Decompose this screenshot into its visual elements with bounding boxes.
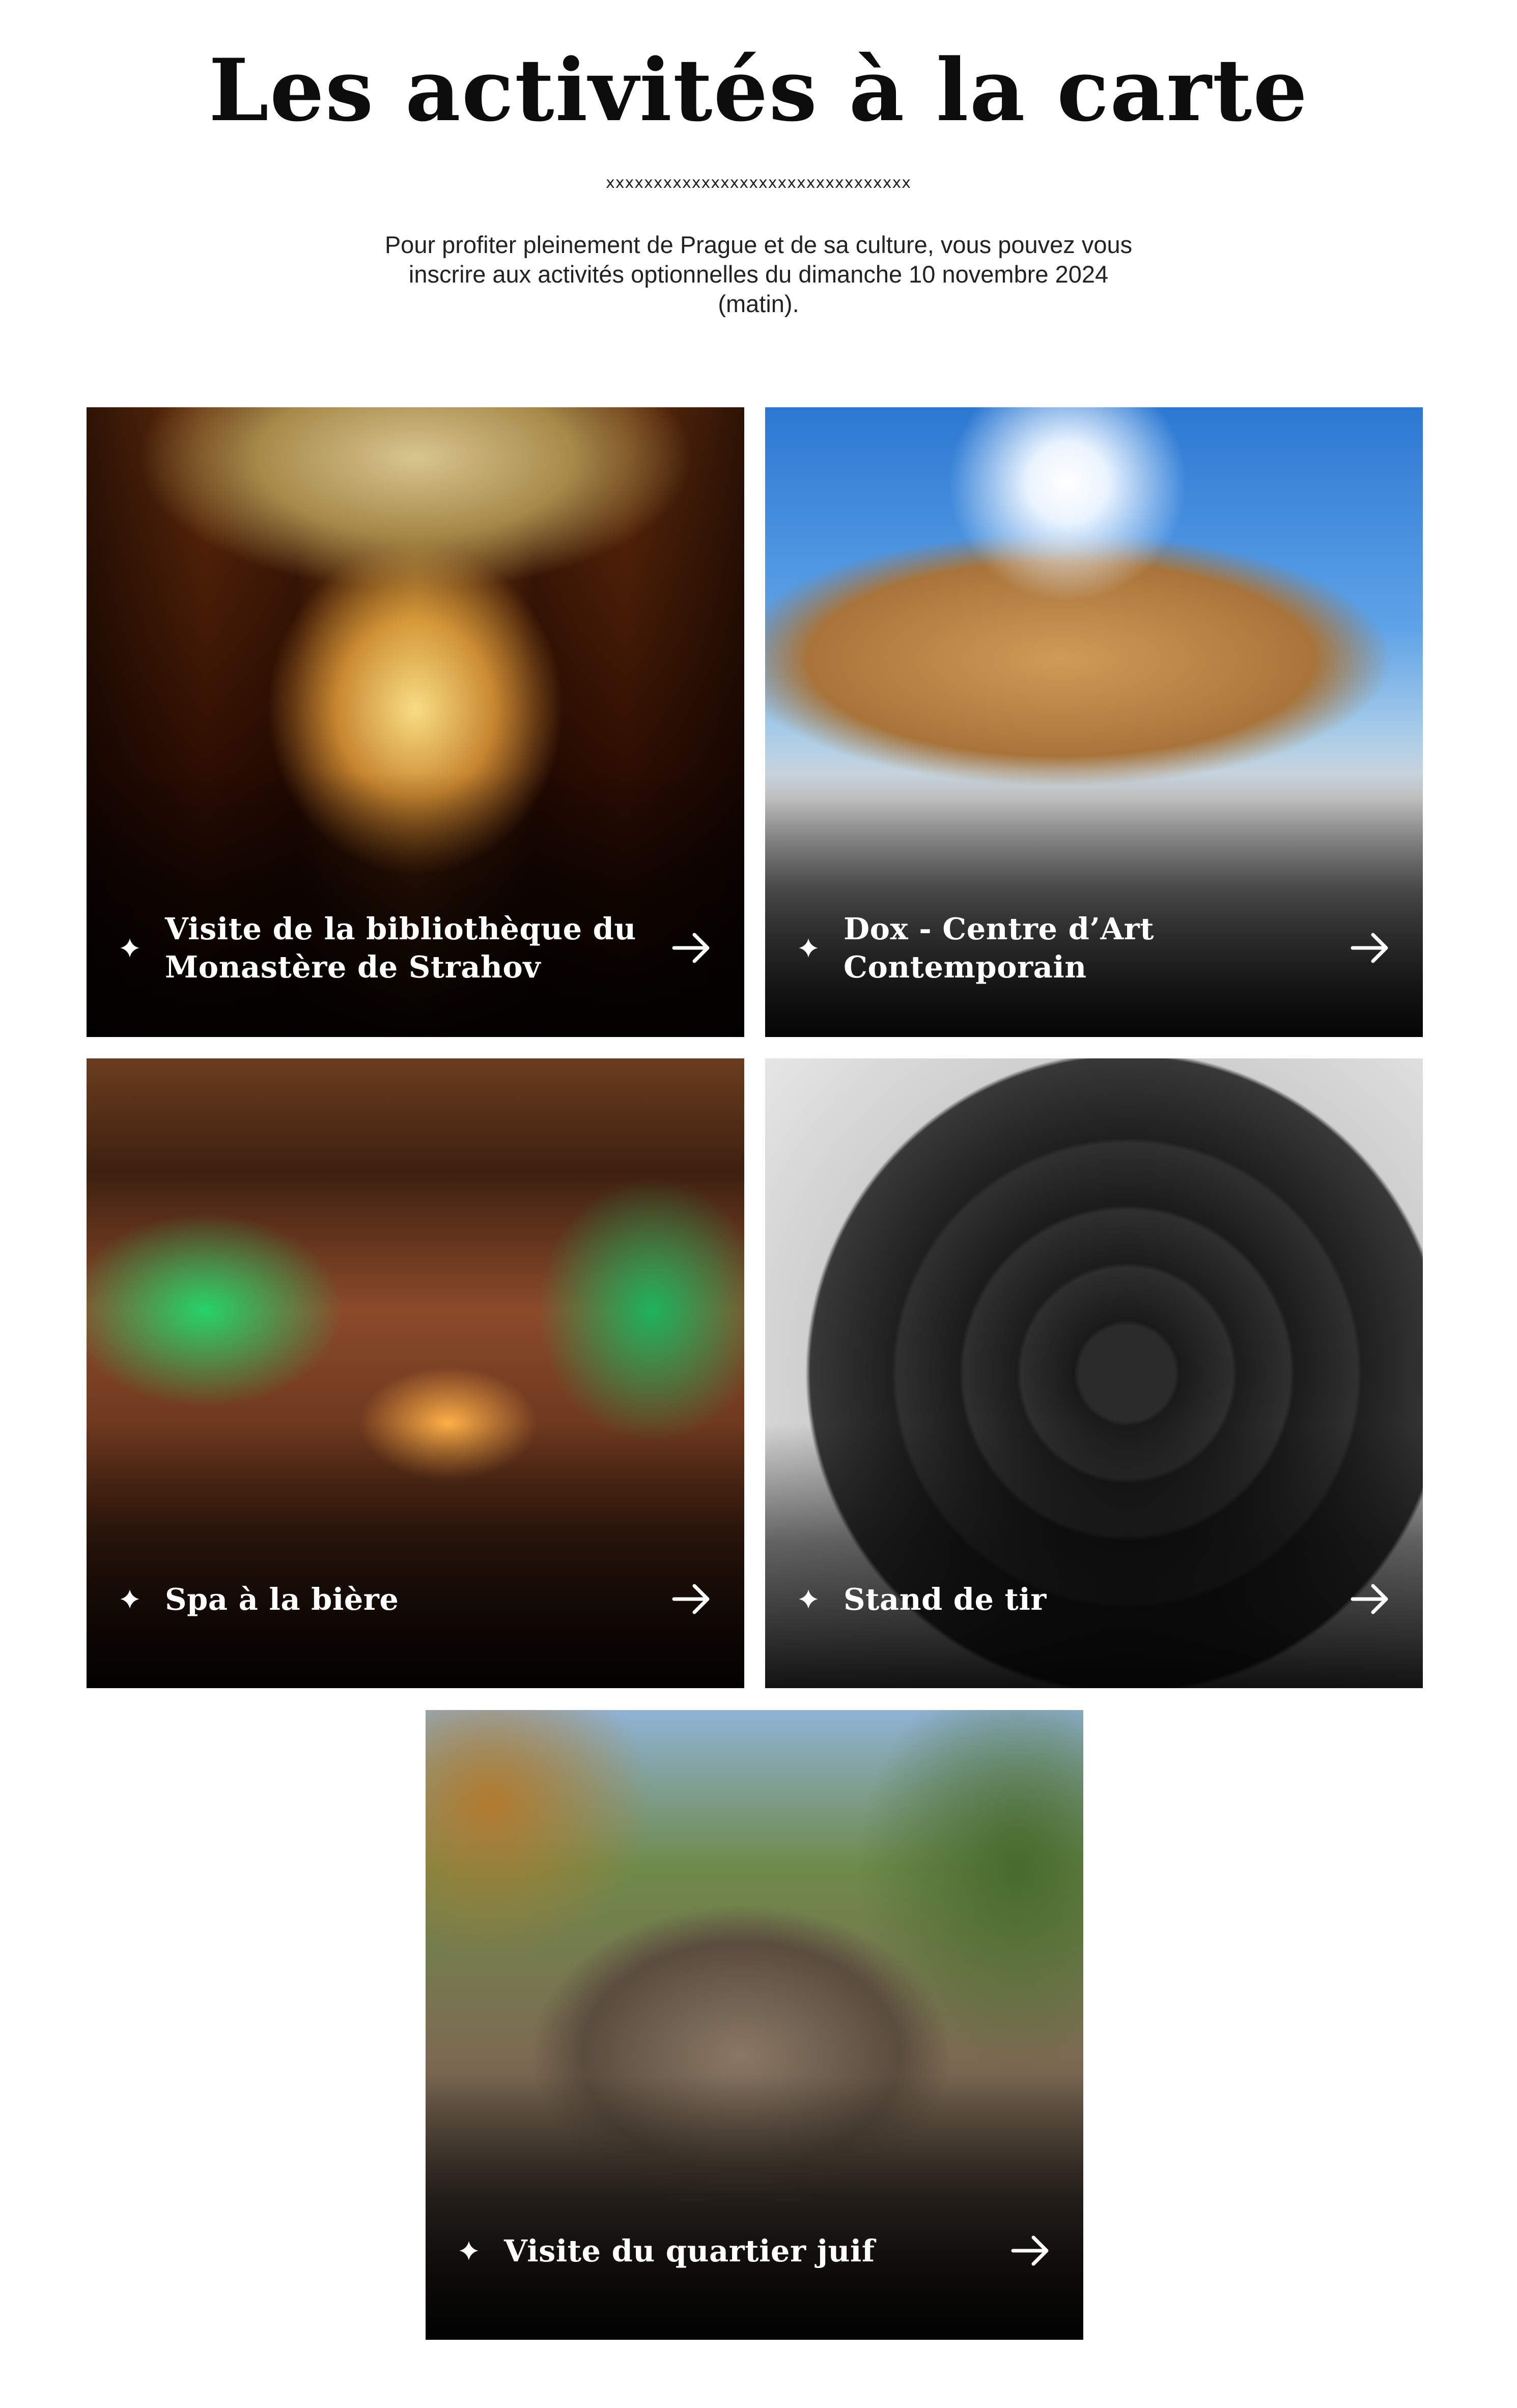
card-label: Visite de la bibliothèque du Monastère d… — [120, 900, 711, 996]
diamond-icon — [799, 938, 818, 958]
activity-card-beer-spa[interactable]: Spa à la bière — [87, 1058, 744, 1688]
activity-card-jewish-quarter[interactable]: Visite du quartier juif — [426, 1710, 1083, 2340]
card-label: Stand de tir — [799, 1551, 1389, 1647]
diamond-icon — [459, 2241, 479, 2260]
arrow-right-icon[interactable] — [1351, 933, 1389, 963]
card-label: Dox - Centre d’Art Contemporain — [799, 900, 1389, 996]
card-title: Dox - Centre d’Art Contemporain — [844, 911, 1154, 985]
arrow-right-icon[interactable] — [672, 933, 711, 963]
diamond-icon — [120, 1589, 139, 1609]
decorative-divider: xxxxxxxxxxxxxxxxxxxxxxxxxxxxxxxx — [605, 174, 912, 192]
card-title: Visite de la bibliothèque du Monastère d… — [165, 911, 636, 985]
card-label: Spa à la bière — [120, 1551, 711, 1647]
diamond-icon — [120, 938, 139, 958]
activity-card-strahov-library[interactable]: Visite de la bibliothèque du Monastère d… — [87, 407, 744, 1037]
arrow-right-icon[interactable] — [1011, 2235, 1050, 2266]
intro-text: Pour profiter pleinement de Prague et de… — [384, 231, 1133, 317]
diamond-icon — [799, 1589, 818, 1609]
card-label: Visite du quartier juif — [459, 2202, 1050, 2299]
arrow-right-icon[interactable] — [1351, 1584, 1389, 1614]
activity-card-shooting-range[interactable]: Stand de tir — [765, 1058, 1423, 1688]
page-title: Les activités à la carte — [208, 40, 1309, 141]
card-title: Spa à la bière — [165, 1581, 399, 1617]
card-title: Visite du quartier juif — [504, 2233, 875, 2269]
activity-card-dox[interactable]: Dox - Centre d’Art Contemporain — [765, 407, 1423, 1037]
arrow-right-icon[interactable] — [672, 1584, 711, 1614]
card-title: Stand de tir — [844, 1581, 1047, 1617]
